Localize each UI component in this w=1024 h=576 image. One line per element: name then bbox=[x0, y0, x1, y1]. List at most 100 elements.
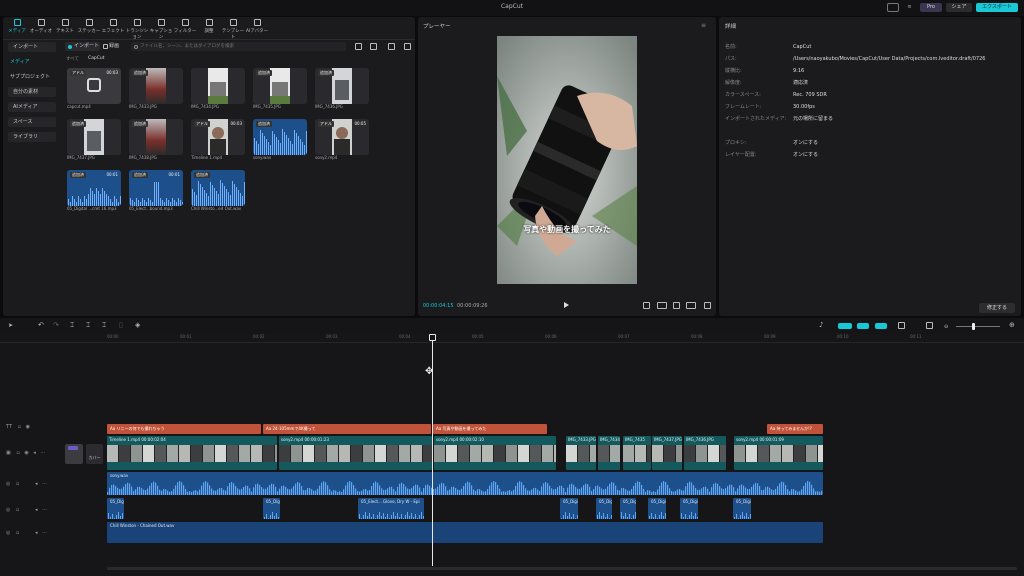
delete-icon[interactable]: ▯ bbox=[119, 321, 123, 329]
audio-clip-sony[interactable]: sony.wav bbox=[107, 472, 823, 495]
media-item[interactable]: アドル 00:03 capcut.mp4 bbox=[67, 68, 121, 109]
layout-icon[interactable] bbox=[887, 3, 899, 12]
play-icon[interactable] bbox=[564, 302, 569, 308]
menu-icon[interactable]: ≡ bbox=[905, 3, 914, 12]
media-item[interactable]: アドル 00:03 Timeline 1.mp4 bbox=[191, 119, 245, 160]
filter-capcut[interactable]: CapCut bbox=[88, 56, 105, 61]
fullscreen-icon[interactable] bbox=[704, 302, 711, 309]
zoom-out-icon[interactable]: ⊖ bbox=[944, 324, 948, 330]
video-clip[interactable]: IMG_7435 bbox=[623, 436, 651, 470]
audio-toggle-icon[interactable]: ◂ bbox=[35, 481, 38, 487]
sidebar-item-2[interactable]: サブプロジェクト bbox=[5, 72, 59, 82]
toolbar-adjust[interactable]: 調整 bbox=[197, 17, 221, 39]
media-thumbnail[interactable] bbox=[191, 68, 245, 104]
toolbar-transition[interactable]: トランジション bbox=[125, 17, 149, 40]
media-item[interactable]: 追加済 00:01 05_Digital ...cret 16.mp3 bbox=[67, 170, 121, 211]
sfx-clip[interactable]: 05_Elect... Glove, Dry W - Epi bbox=[358, 498, 424, 519]
media-thumbnail[interactable]: 追加済 00:01 bbox=[129, 170, 183, 206]
sfx-clip[interactable]: 05_Digi bbox=[560, 498, 578, 519]
video-clip[interactable]: IMG_7434 bbox=[598, 436, 620, 470]
media-item[interactable]: アドル 00:05 sony2.mp4 bbox=[315, 119, 369, 160]
zoom-slider-handle[interactable] bbox=[972, 323, 975, 330]
zoom-in-icon[interactable]: ⊕ bbox=[1009, 321, 1015, 329]
lock-icon[interactable]: ▫ bbox=[16, 481, 19, 487]
crop-icon[interactable] bbox=[643, 302, 650, 309]
text-clip[interactable]: Aa 持ってみませんか!? bbox=[767, 424, 823, 434]
record-button[interactable]: 録画 bbox=[103, 42, 127, 51]
toolbar-media[interactable]: メディア bbox=[5, 17, 29, 39]
toolbar-sticker[interactable]: ステッカー bbox=[77, 17, 101, 39]
media-thumbnail[interactable]: 追加済 00:01 bbox=[67, 170, 121, 206]
split-left-icon[interactable]: ⌶ bbox=[86, 321, 90, 330]
lock-icon[interactable]: ▫ bbox=[16, 530, 19, 536]
timeline-scrollbar[interactable] bbox=[107, 567, 1017, 570]
fit-icon[interactable] bbox=[673, 302, 680, 309]
media-item[interactable]: 追加済 sony.wav bbox=[253, 119, 307, 160]
media-item[interactable]: 追加済 IMG_7436.JPG bbox=[315, 68, 369, 109]
player-menu-icon[interactable]: ≡ bbox=[701, 22, 706, 29]
sidebar-item-5[interactable]: スペース bbox=[8, 117, 56, 127]
media-thumbnail[interactable]: 追加済 bbox=[253, 68, 307, 104]
edit-button[interactable]: 修正する bbox=[979, 303, 1015, 313]
view-grid-icon[interactable] bbox=[355, 43, 362, 50]
text-clip[interactable]: Aa リニーの何でも撮れちゃう bbox=[107, 424, 261, 434]
media-thumbnail[interactable]: 追加済 bbox=[315, 68, 369, 104]
snap-icon[interactable] bbox=[898, 322, 905, 329]
sidebar-item-3[interactable]: 自分の素材 bbox=[8, 87, 56, 97]
microphone-icon[interactable]: ♪ bbox=[819, 321, 823, 329]
quality-icon[interactable] bbox=[657, 302, 667, 309]
toolbar-ai-avatar[interactable]: AIアバター bbox=[245, 17, 269, 39]
video-clip[interactable]: sony2.mp4 00:00:02:10 bbox=[434, 436, 556, 470]
playhead-handle[interactable] bbox=[429, 334, 436, 341]
more-icon[interactable]: ⋯ bbox=[42, 481, 47, 487]
sfx-clip[interactable]: 05_Digi bbox=[263, 498, 280, 519]
text-clip[interactable]: Aa 24-105mmで4K撮って bbox=[263, 424, 431, 434]
zoom-fit-icon[interactable] bbox=[926, 322, 933, 329]
split-right-icon[interactable]: ⌶ bbox=[102, 321, 106, 330]
sidebar-item-1[interactable]: メディア bbox=[5, 57, 59, 67]
music-clip[interactable]: Chill Winston - Chained Out.wav bbox=[107, 522, 823, 543]
toolbar-template[interactable]: テンプレート bbox=[221, 17, 245, 40]
media-search-input[interactable] bbox=[131, 42, 346, 51]
undo-icon[interactable]: ↶ bbox=[38, 321, 44, 329]
media-thumbnail[interactable]: アドル 00:05 bbox=[315, 119, 369, 155]
list-view-icon[interactable] bbox=[388, 43, 395, 50]
more-icon[interactable]: ⋯ bbox=[42, 530, 47, 536]
media-item[interactable]: 追加済 IMG_7433.JPG bbox=[129, 68, 183, 109]
zoom-slider[interactable] bbox=[956, 326, 1000, 327]
toolbar-effect[interactable]: エフェクト bbox=[101, 17, 125, 39]
filter-all[interactable]: すべて bbox=[66, 56, 79, 62]
media-item[interactable]: 追加済 IMG_7435.JPG bbox=[253, 68, 307, 109]
ratio-icon[interactable] bbox=[686, 302, 696, 309]
video-clip[interactable]: IMG_7433.JPG bbox=[566, 436, 596, 470]
preview-axis-icon[interactable] bbox=[875, 323, 887, 329]
toolbar-caption[interactable]: キャプション bbox=[149, 17, 173, 40]
video-clip[interactable]: sony2.mp4 00:00:01:23 bbox=[279, 436, 432, 470]
import-button[interactable]: インポート bbox=[65, 42, 100, 51]
shield-icon[interactable]: ◈ bbox=[135, 321, 140, 329]
toolbar-filter[interactable]: フィルター bbox=[173, 17, 197, 39]
sfx-clip[interactable]: 05_Digi bbox=[648, 498, 666, 519]
media-item[interactable]: 追加済 IMG_7438.JPG bbox=[129, 119, 183, 160]
media-item[interactable]: IMG_7434.JPG bbox=[191, 68, 245, 109]
export-button[interactable]: エクスポート bbox=[976, 3, 1018, 12]
media-thumbnail[interactable]: 追加済 bbox=[67, 119, 121, 155]
redo-icon[interactable]: ↷ bbox=[53, 321, 59, 329]
video-clip[interactable]: IMG_7437.JPG bbox=[652, 436, 682, 470]
sidebar-item-6[interactable]: ライブラリ bbox=[8, 132, 56, 142]
sfx-clip[interactable]: 05_Digi bbox=[733, 498, 751, 519]
sfx-clip[interactable]: 05_Digi bbox=[596, 498, 612, 519]
magnet-toggle-icon[interactable] bbox=[838, 323, 852, 329]
sidebar-item-0[interactable]: インポート bbox=[8, 42, 56, 52]
sidebar-item-4[interactable]: AIメディア bbox=[8, 102, 56, 112]
sfx-clip[interactable]: 05_Digi bbox=[107, 498, 124, 519]
toolbar-audio[interactable]: オーディオ bbox=[29, 17, 53, 39]
text-clip[interactable]: Aa 写真や動画を撮ってみた bbox=[433, 424, 547, 434]
media-thumbnail[interactable]: 追加済 bbox=[253, 119, 307, 155]
sfx-clip[interactable]: 05_Digi bbox=[680, 498, 698, 519]
select-tool-icon[interactable]: ➤ bbox=[8, 322, 13, 329]
media-thumbnail[interactable]: アドル 00:03 bbox=[191, 119, 245, 155]
toolbar-text[interactable]: テキスト bbox=[53, 17, 77, 39]
share-button[interactable]: シェア bbox=[946, 3, 972, 12]
sfx-clip[interactable]: 05_Digi bbox=[620, 498, 636, 519]
